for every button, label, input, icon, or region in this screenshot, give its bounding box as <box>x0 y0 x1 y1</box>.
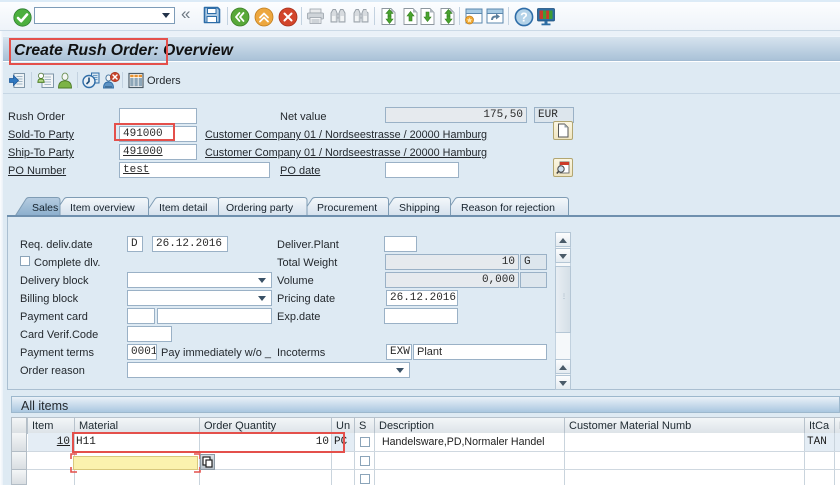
svg-text:?: ? <box>520 11 528 25</box>
